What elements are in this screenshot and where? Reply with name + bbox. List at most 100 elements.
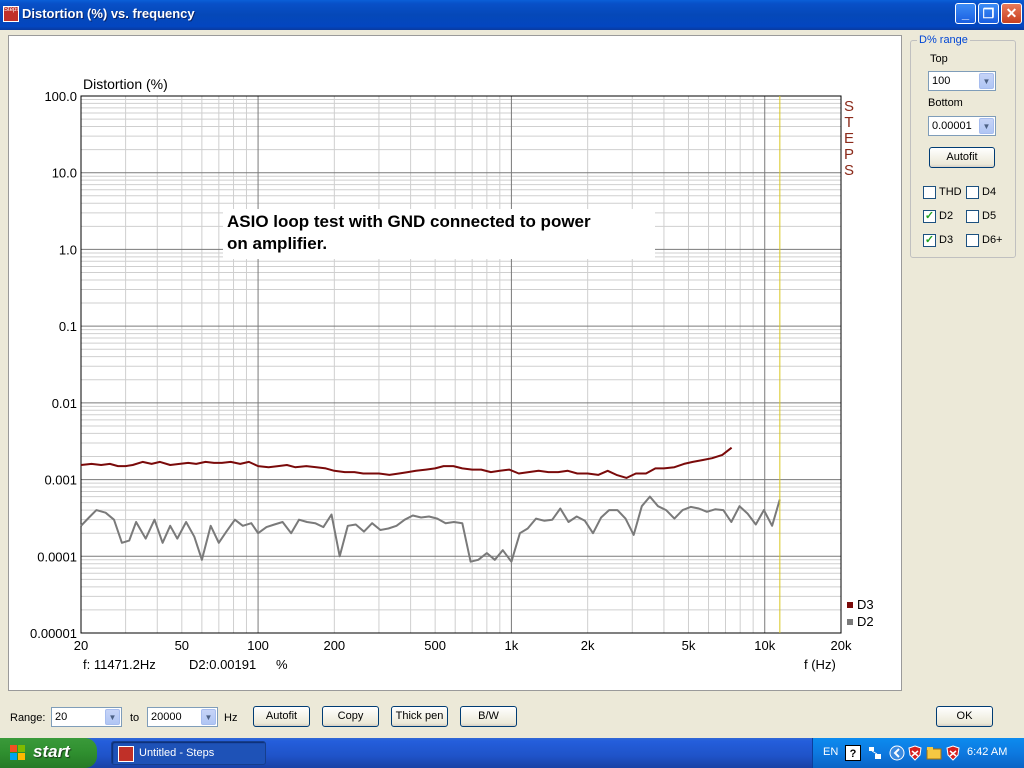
taskbar: start Untitled - Steps EN ? 6:42 AM: [0, 738, 1024, 768]
chevron-left-icon[interactable]: [889, 745, 905, 761]
chevron-down-icon[interactable]: ▼: [979, 73, 994, 89]
y-axis-label: Distortion (%): [83, 76, 168, 92]
minimize-button[interactable]: _: [955, 3, 976, 24]
x-tick-label: 100: [247, 638, 269, 653]
y-tick-labels: 100.0 10.0 1.0 0.1 0.01 0.001 0.0001 0.00001: [30, 89, 77, 641]
security-shield-icon[interactable]: [907, 745, 923, 761]
top-select[interactable]: 100 ▼: [928, 71, 996, 91]
start-button[interactable]: start: [0, 738, 97, 768]
drange-autofit-button[interactable]: Autofit: [929, 147, 995, 168]
range-to-value: 20000: [151, 711, 182, 723]
brand-letter: E: [844, 130, 854, 147]
bottom-label: Bottom: [928, 97, 963, 109]
y-tick-label: 0.0001: [37, 549, 77, 564]
d3-checkbox[interactable]: ✓: [923, 234, 936, 247]
window-title: Distortion (%) vs. frequency: [22, 6, 195, 21]
x-tick-label: 200: [323, 638, 345, 653]
drange-legend: D% range: [917, 34, 970, 46]
d6plus-checkbox[interactable]: [966, 234, 979, 247]
thick-pen-button[interactable]: Thick pen: [391, 706, 448, 727]
y-tick-label: 0.00001: [30, 626, 77, 641]
legend-swatch: [847, 602, 853, 608]
top-label: Top: [930, 53, 948, 65]
d5-checkbox[interactable]: [966, 210, 979, 223]
bottom-toolbar: Range: 20 ▼ to 20000 ▼ Hz Autofit Copy T…: [0, 700, 1024, 738]
d3-checkbox-label: D3: [939, 234, 954, 246]
legend-label: D2: [857, 614, 874, 629]
app-icon[interactable]: Steps: [3, 6, 19, 22]
start-label: start: [33, 742, 70, 761]
language-indicator[interactable]: EN: [823, 746, 838, 758]
hz-label: Hz: [224, 712, 238, 724]
alert-shield-icon[interactable]: [945, 745, 961, 761]
range-to-select[interactable]: 20000 ▼: [147, 707, 218, 727]
grid-minor: [80, 96, 842, 633]
window-client: 100.0 10.0 1.0 0.1 0.01 0.001 0.0001 0.00001 20…: [0, 30, 1024, 738]
thd-checkbox[interactable]: [923, 186, 936, 199]
help-icon[interactable]: ?: [845, 745, 861, 761]
autofit-button[interactable]: Autofit: [253, 706, 310, 727]
x-tick-label: 10k: [754, 638, 775, 653]
steps-brand: STEPS: [844, 98, 854, 179]
maximize-button[interactable]: ❐: [978, 3, 999, 24]
series-d2-line: [80, 495, 781, 563]
range-to-label: to: [130, 712, 140, 724]
windows-logo-icon: [10, 745, 25, 760]
y-tick-label: 0.01: [52, 396, 77, 411]
close-button[interactable]: ✕: [1001, 3, 1022, 24]
brand-letter: P: [844, 146, 854, 163]
ok-button[interactable]: OK: [936, 706, 993, 727]
y-tick-label: 1.0: [59, 242, 77, 257]
range-label: Range:: [10, 712, 46, 724]
cursor-unit-readout: %: [276, 657, 288, 672]
drange-panel: D% range Top 100 ▼ Bottom 0.00001 ▼ Auto…: [910, 34, 1016, 258]
range-from-select[interactable]: 20 ▼: [51, 707, 122, 727]
cursor-value-readout: D2:0.00191: [189, 657, 256, 672]
chevron-down-icon[interactable]: ▼: [105, 709, 120, 725]
x-tick-labels: 20 50 100 200 500 1k 2k 5k 10k 20k: [74, 638, 852, 653]
legend-label: D3: [857, 597, 874, 612]
brand-letter: T: [844, 114, 853, 131]
copy-button[interactable]: Copy: [322, 706, 379, 727]
folder-icon[interactable]: [926, 745, 942, 761]
series-d3-line: [80, 446, 733, 479]
bw-button[interactable]: B/W: [460, 706, 517, 727]
clock[interactable]: 6:42 AM: [967, 746, 1007, 758]
bottom-select[interactable]: 0.00001 ▼: [928, 116, 996, 136]
steps-app-icon: [118, 746, 134, 762]
x-tick-label: 20: [74, 638, 88, 653]
taskbar-item-steps[interactable]: Untitled - Steps: [111, 741, 266, 765]
y-tick-label: 0.1: [59, 319, 77, 334]
x-tick-label: 1k: [505, 638, 519, 653]
plot-panel[interactable]: 100.0 10.0 1.0 0.1 0.01 0.001 0.0001 0.00001 20…: [8, 35, 902, 691]
x-axis-label: f (Hz): [804, 657, 836, 672]
brand-letter: S: [844, 98, 854, 115]
thd-checkbox-label: THD: [939, 186, 962, 198]
y-tick-label: 100.0: [44, 89, 77, 104]
system-tray: EN ? 6:42 AM: [812, 738, 1024, 768]
chevron-down-icon[interactable]: ▼: [201, 709, 216, 725]
range-from-value: 20: [55, 711, 68, 723]
chevron-down-icon[interactable]: ▼: [979, 118, 994, 134]
top-select-value: 100: [932, 75, 951, 87]
title-bar[interactable]: Steps Distortion (%) vs. frequency _ ❐ ✕: [0, 0, 1024, 30]
d2-checkbox[interactable]: ✓: [923, 210, 936, 223]
y-tick-label: 10.0: [52, 166, 77, 181]
x-tick-label: 20k: [831, 638, 852, 653]
x-tick-label: 2k: [581, 638, 595, 653]
network-icon[interactable]: [867, 745, 883, 761]
x-tick-label: 50: [175, 638, 189, 653]
y-tick-label: 0.001: [44, 473, 77, 488]
cursor-freq-readout: f: 11471.2Hz: [83, 657, 156, 672]
d6plus-checkbox-label: D6+: [982, 234, 1003, 246]
annotation-line-2: on amplifier.: [227, 234, 327, 253]
d2-checkbox-label: D2: [939, 210, 954, 222]
taskbar-item-label: Untitled - Steps: [139, 747, 215, 759]
distortion-chart[interactable]: 100.0 10.0 1.0 0.1 0.01 0.001 0.0001 0.00001 20…: [9, 36, 901, 690]
d4-checkbox[interactable]: [966, 186, 979, 199]
legend: D3D2: [847, 597, 874, 629]
x-tick-label: 5k: [682, 638, 696, 653]
bottom-select-value: 0.00001: [932, 120, 972, 132]
x-tick-label: 500: [424, 638, 446, 653]
legend-swatch: [847, 619, 853, 625]
